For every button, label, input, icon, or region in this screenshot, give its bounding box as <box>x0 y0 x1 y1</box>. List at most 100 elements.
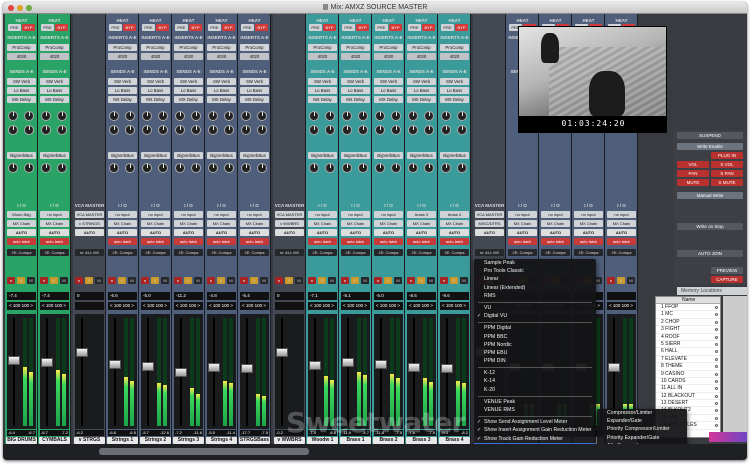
send-slot[interactable]: Lo Bass <box>207 87 236 94</box>
input-selector[interactable]: no input <box>108 211 137 218</box>
group-selector[interactable]: 2E: Compa <box>574 249 603 256</box>
send-pan-knob[interactable] <box>257 125 267 135</box>
input-selector[interactable]: no input <box>240 211 269 218</box>
send-pan-knob[interactable] <box>125 111 135 121</box>
send-slot[interactable]: Lo Bass <box>108 87 137 94</box>
heat-bypass-button[interactable]: BYP <box>123 24 136 31</box>
send-level-knob[interactable] <box>142 125 152 135</box>
send-output-slot[interactable]: BigVerbBus <box>407 152 436 159</box>
memory-location-row[interactable]: 10 CARDS <box>656 378 720 386</box>
mute-button[interactable]: M <box>227 277 235 284</box>
menu-item[interactable]: Linear (Extended) <box>474 284 596 292</box>
output-selector[interactable]: MX Chain <box>541 220 570 227</box>
send-pan-knob[interactable] <box>224 111 234 121</box>
mute-button[interactable]: M <box>460 277 468 284</box>
send-level-knob[interactable] <box>142 163 152 173</box>
group-selector[interactable]: 2E: Compa <box>174 249 203 256</box>
heat-pre-button[interactable]: PRE <box>375 24 388 31</box>
send-level-knob[interactable] <box>342 111 352 121</box>
send-level-knob[interactable] <box>375 111 385 121</box>
capture-button[interactable]: CAPTURE <box>711 276 743 283</box>
insert-slot[interactable]: 4020 <box>108 53 137 60</box>
send-level-knob[interactable] <box>109 111 119 121</box>
output-selector[interactable]: MX Chain <box>374 220 403 227</box>
volume-fader[interactable] <box>441 363 453 373</box>
volume-fader[interactable] <box>208 362 220 372</box>
mute-button[interactable]: M <box>295 277 303 284</box>
send-level-knob[interactable] <box>241 163 251 173</box>
menu-item[interactable]: PPM Nordic <box>474 341 596 349</box>
record-button[interactable]: ● <box>174 277 182 284</box>
memory-location-row[interactable]: 9 CASINO <box>656 371 720 378</box>
group-selector[interactable]: 2E: Compa <box>440 249 469 256</box>
send-slot[interactable]: SW Verb <box>207 78 236 85</box>
output-selector[interactable]: MX Chain <box>607 220 636 227</box>
volume-fader[interactable] <box>76 347 88 357</box>
record-button[interactable]: ● <box>341 277 349 284</box>
send-level-knob[interactable] <box>375 125 385 135</box>
send-pan-knob[interactable] <box>358 163 368 173</box>
send-level-knob[interactable] <box>109 163 119 173</box>
send-output-slot[interactable]: BigVerbBus <box>374 152 403 159</box>
automation-mode-selector[interactable]: auto latch <box>174 238 203 245</box>
menu-item[interactable]: K-14 <box>474 377 596 385</box>
send-pan-knob[interactable] <box>158 125 168 135</box>
mixer-scrollbar[interactable] <box>3 444 747 460</box>
insert-slot[interactable]: ProComp <box>7 44 36 51</box>
send-level-knob[interactable] <box>408 111 418 121</box>
solo-button[interactable]: S <box>184 277 192 284</box>
solo-button[interactable]: S <box>417 277 425 284</box>
send-slot[interactable]: Lo Bass <box>407 87 436 94</box>
menu-item[interactable]: RMS <box>474 292 596 300</box>
send-level-knob[interactable] <box>175 163 185 173</box>
track-name[interactable]: BIG DRUMS <box>6 437 37 444</box>
memory-location-row[interactable]: 3 FIGHT <box>656 326 720 334</box>
send-slot[interactable]: SW Verb <box>7 78 36 85</box>
record-button[interactable]: ● <box>308 277 316 284</box>
record-button[interactable]: ● <box>207 277 215 284</box>
input-selector[interactable]: no input <box>174 211 203 218</box>
send-pan-knob[interactable] <box>24 163 34 173</box>
insert-slot[interactable]: 4020 <box>7 53 36 60</box>
mute-button[interactable]: M <box>328 277 336 284</box>
send-level-knob[interactable] <box>175 111 185 121</box>
send-slot[interactable]: MX Delay <box>7 96 36 103</box>
group-selector[interactable]: 2E: Compa <box>141 249 170 256</box>
send-level-knob[interactable] <box>309 111 319 121</box>
input-selector[interactable]: no input <box>341 211 370 218</box>
insert-slot[interactable]: ProComp <box>174 44 203 51</box>
group-selector[interactable]: 2E: Compa <box>240 249 269 256</box>
automation-mode-selector[interactable]: auto latch <box>607 238 636 245</box>
send-slot[interactable]: Lo Bass <box>341 87 370 94</box>
send-pan-knob[interactable] <box>424 163 434 173</box>
send-output-slot[interactable]: BigVerbBus <box>108 152 137 159</box>
heat-pre-button[interactable]: PRE <box>441 24 454 31</box>
heat-bypass-button[interactable]: BYP <box>22 24 35 31</box>
input-selector[interactable]: no input <box>574 211 603 218</box>
mute-button[interactable]: M <box>27 277 35 284</box>
send-level-knob[interactable] <box>8 125 18 135</box>
send-pan-knob[interactable] <box>57 125 67 135</box>
menu-item[interactable]: K-12 <box>474 369 596 377</box>
input-selector[interactable]: no input <box>508 211 537 218</box>
heat-pre-button[interactable]: PRE <box>241 24 254 31</box>
send-pan-knob[interactable] <box>57 163 67 173</box>
send-slot[interactable]: SW Verb <box>308 78 337 85</box>
output-selector[interactable]: MX Chain <box>440 220 469 227</box>
input-selector[interactable]: no input <box>374 211 403 218</box>
menu-item[interactable]: Linear <box>474 275 596 283</box>
solo-button[interactable]: S <box>285 277 293 284</box>
output-selector[interactable]: MX Chain <box>108 220 137 227</box>
send-pan-knob[interactable] <box>358 125 368 135</box>
send-pan-knob[interactable] <box>457 125 467 135</box>
send-slot[interactable]: MX Delay <box>308 96 337 103</box>
heat-pre-button[interactable]: PRE <box>342 24 355 31</box>
output-selector[interactable]: MX Chain <box>341 220 370 227</box>
record-button[interactable]: ● <box>75 277 83 284</box>
send-pan-knob[interactable] <box>457 163 467 173</box>
memory-location-row[interactable]: 8 THEME <box>656 363 720 371</box>
record-button[interactable]: ● <box>275 277 283 284</box>
mute-button[interactable]: M <box>95 277 103 284</box>
send-level-knob[interactable] <box>208 125 218 135</box>
memory-location-row[interactable]: 1 MC <box>656 311 720 319</box>
